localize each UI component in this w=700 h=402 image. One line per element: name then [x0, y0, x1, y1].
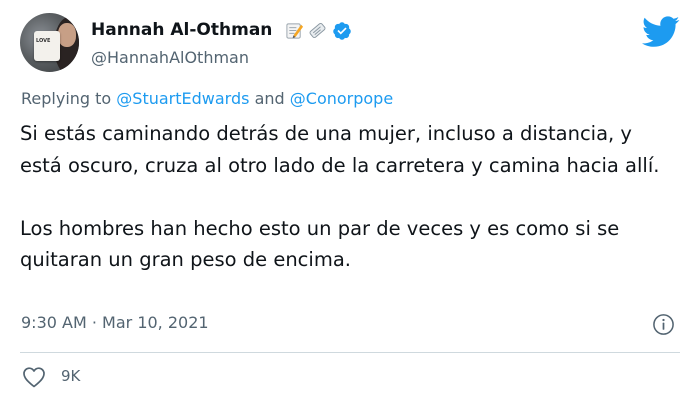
- mention-link-stuartedwards[interactable]: @StuartEdwards: [116, 89, 249, 108]
- replying-joiner: and: [254, 89, 285, 108]
- verified-icon: [333, 22, 351, 40]
- replying-to: Replying to @StuartEdwards and @Conorpop…: [21, 89, 393, 108]
- avatar-face: [58, 23, 76, 47]
- timestamp-separator: ·: [91, 313, 97, 332]
- info-icon[interactable]: [652, 313, 675, 336]
- avatar[interactable]: LOVE: [20, 13, 79, 72]
- memo-icon: [286, 23, 304, 39]
- newspaper-icon: [309, 23, 326, 38]
- display-name[interactable]: Hannah Al-Othman: [91, 20, 272, 40]
- tweet-date[interactable]: Mar 10, 2021: [102, 313, 209, 332]
- user-handle[interactable]: @HannahAlOthman: [91, 48, 249, 67]
- tweet-text: Si estás caminando detrás de una mujer, …: [20, 118, 660, 276]
- tweet-paragraph-2: Los hombres han hecho esto un par de vec…: [20, 216, 620, 272]
- tweet-time[interactable]: 9:30 AM: [21, 313, 87, 332]
- divider: [20, 352, 680, 353]
- twitter-bird-icon[interactable]: [642, 16, 680, 48]
- avatar-mug: LOVE: [34, 31, 60, 61]
- mention-link-conorpope[interactable]: @Conorpope: [290, 89, 393, 108]
- tweet-timestamp[interactable]: 9:30 AM · Mar 10, 2021: [21, 313, 209, 332]
- tweet-paragraph-1: Si estás caminando detrás de una mujer, …: [20, 122, 660, 177]
- avatar-mug-text: LOVE: [36, 38, 51, 44]
- like-count[interactable]: 9K: [61, 367, 80, 385]
- heart-icon[interactable]: [22, 366, 46, 388]
- replying-prefix: Replying to: [21, 89, 112, 108]
